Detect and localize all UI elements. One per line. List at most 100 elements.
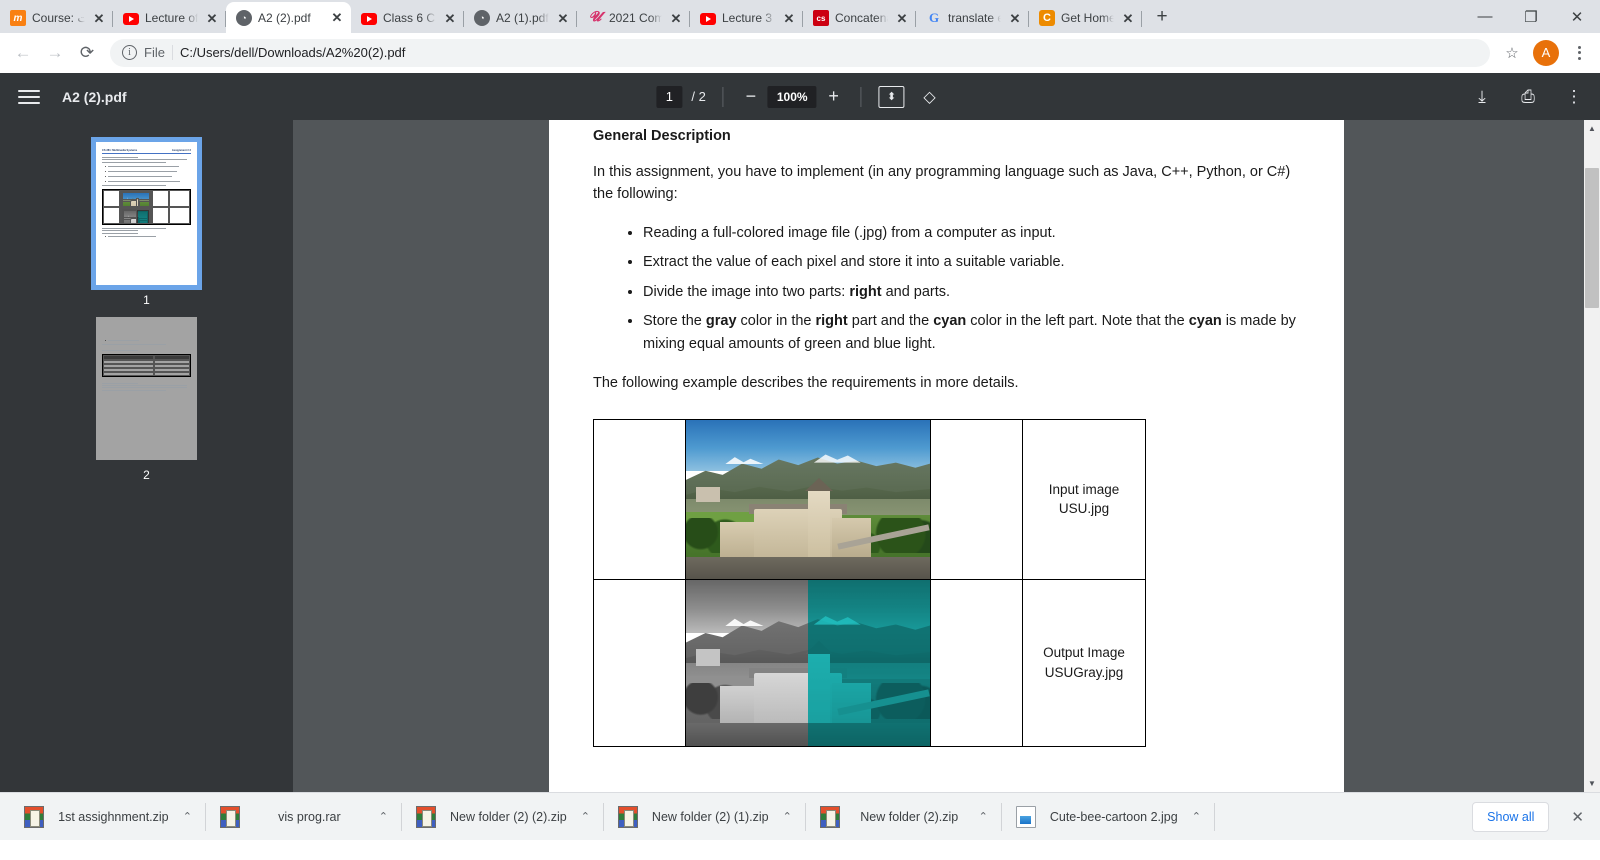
chevron-up-icon[interactable]: ⌃: [979, 810, 988, 823]
thumbnail-number: 1: [143, 293, 150, 307]
rotate-icon[interactable]: ◇: [916, 83, 944, 111]
chevron-up-icon[interactable]: ⌃: [1192, 810, 1201, 823]
tab-close-icon[interactable]: ✕: [204, 10, 220, 26]
label-line-2: USU.jpg: [1058, 501, 1110, 517]
download-filename: New folder (2) (2).zip: [450, 809, 567, 824]
zoom-in-button[interactable]: +: [820, 83, 848, 111]
scrollbar-thumb[interactable]: [1585, 168, 1599, 308]
list-item: Divide the image into two parts: right a…: [643, 281, 1300, 303]
downloads-bar-actions: Show all ✕: [1472, 801, 1590, 832]
download-icon[interactable]: ⤓: [1470, 85, 1494, 109]
zip-file-icon: [220, 805, 240, 828]
new-tab-button[interactable]: +: [1148, 3, 1176, 31]
browser-tab-7[interactable]: cs Concatenate ✕: [803, 3, 916, 33]
tab-close-icon[interactable]: ✕: [781, 10, 797, 26]
browser-tab-6[interactable]: Lecture 3 Acc ✕: [690, 3, 803, 33]
window-close-icon[interactable]: ✕: [1554, 0, 1600, 33]
vertical-scrollbar[interactable]: ▲ ▼: [1584, 120, 1600, 792]
fit-to-page-icon[interactable]: ⬍: [878, 85, 905, 108]
thumbnail-item-1[interactable]: CS 281: Multimedia Systems Assignment # 2: [91, 137, 202, 307]
pdf-viewer-body: CS 281: Multimedia Systems Assignment # 2: [0, 120, 1600, 792]
show-all-downloads-button[interactable]: Show all: [1472, 801, 1550, 832]
tab-close-icon[interactable]: ✕: [1120, 10, 1136, 26]
download-filename: New folder (2) (1).zip: [651, 809, 769, 824]
browser-tab-strip: m Course: بيانات ✕ Lecture of We ✕ ◔ A2 …: [0, 0, 1600, 33]
scroll-down-icon[interactable]: ▼: [1584, 775, 1600, 792]
print-icon[interactable]: ⎙: [1516, 85, 1540, 109]
bookmark-star-icon[interactable]: ☆: [1498, 39, 1526, 67]
page-number-input[interactable]: 1: [656, 85, 683, 108]
browser-tab-5[interactable]: 𝓤 2021 Comple ✕: [577, 3, 690, 33]
browser-tab-8[interactable]: G translate engl ✕: [916, 3, 1029, 33]
download-item[interactable]: New folder (2).zip ⌃: [806, 800, 1002, 834]
section-title: General Description: [593, 128, 731, 144]
browser-tab-3[interactable]: Class 6 CS281 ✕: [351, 3, 464, 33]
zip-file-icon: [416, 805, 436, 828]
download-item[interactable]: New folder (2) (1).zip ⌃: [604, 800, 806, 834]
tab-close-icon[interactable]: ✕: [1007, 10, 1023, 26]
zip-file-icon: [819, 805, 840, 828]
download-divider: [1213, 802, 1215, 831]
minimize-icon[interactable]: —: [1462, 0, 1508, 33]
browser-tab-9[interactable]: C Get Homewo ✕: [1029, 3, 1142, 33]
blank-cell: [593, 418, 686, 580]
example-table: Input image USU.jpg Output Image USUGray…: [593, 418, 1146, 747]
chevron-up-icon[interactable]: ⌃: [783, 810, 792, 823]
download-item[interactable]: vis prog.rar ⌃: [206, 800, 402, 834]
chevron-up-icon[interactable]: ⌃: [183, 810, 192, 823]
window-controls: — ❐ ✕: [1462, 0, 1600, 33]
tab-title: A2 (1).pdf: [496, 11, 549, 25]
pdf-more-menu-icon[interactable]: ⋮: [1562, 85, 1586, 109]
thumbnail-page-1[interactable]: CS 281: Multimedia Systems Assignment # 2: [91, 137, 202, 290]
pdf-page-scroll-area[interactable]: CS 281: Multimedia Systems Assignment # …: [293, 120, 1600, 792]
info-icon[interactable]: i: [122, 45, 137, 60]
blank-cell: [930, 418, 1023, 580]
tab-separator: [1141, 11, 1142, 27]
sidebar-toggle-icon[interactable]: [14, 82, 44, 112]
thumb-table: [102, 188, 191, 225]
youtube-icon: [123, 13, 139, 25]
forward-icon[interactable]: →: [40, 38, 70, 68]
download-item[interactable]: New folder (2) (2).zip ⌃: [402, 800, 604, 834]
pdf-filename: A2 (2).pdf: [62, 88, 127, 105]
downloads-bar: 1st assighnment.zip ⌃ vis prog.rar ⌃ New…: [0, 792, 1600, 840]
thumbnail-item-2[interactable]: 2: [96, 317, 197, 482]
label-line-2: USUGray.jpg: [1044, 664, 1124, 680]
browser-tab-0[interactable]: m Course: بيانات ✕: [0, 3, 113, 33]
tab-title: Concatenate: [835, 11, 888, 25]
toolbar-divider: [722, 86, 724, 107]
close-downloads-bar-icon[interactable]: ✕: [1565, 808, 1590, 826]
maximize-icon[interactable]: ❐: [1508, 0, 1554, 33]
chrome-menu-icon[interactable]: [1566, 39, 1592, 67]
tab-close-icon[interactable]: ✕: [329, 10, 345, 26]
zoom-level-label[interactable]: 100%: [767, 85, 817, 108]
blank-cell: [593, 578, 686, 747]
tab-close-icon[interactable]: ✕: [91, 10, 107, 26]
browser-tab-4[interactable]: ◔ A2 (1).pdf ✕: [464, 3, 577, 33]
pdf-toolbar-actions: ⤓ ⎙ ⋮: [1470, 85, 1586, 109]
tab-close-icon[interactable]: ✕: [555, 10, 571, 26]
download-filename: Cute-bee-cartoon 2.jpg: [1049, 809, 1178, 824]
browser-tab-2-active[interactable]: ◔ A2 (2).pdf ✕: [226, 2, 351, 33]
chevron-up-icon[interactable]: ⌃: [581, 810, 590, 823]
thumbnail-page-2[interactable]: [96, 317, 197, 460]
download-item[interactable]: Cute-bee-cartoon 2.jpg ⌃: [1002, 800, 1215, 834]
tab-close-icon[interactable]: ✕: [894, 10, 910, 26]
zoom-out-button[interactable]: −: [737, 83, 765, 111]
pdf-page-controls: 1 / 2 − 100% + ⬍ ◇: [656, 83, 943, 111]
reload-icon[interactable]: ⟳: [72, 38, 102, 68]
back-icon[interactable]: ←: [8, 38, 38, 68]
scroll-up-icon[interactable]: ▲: [1584, 120, 1600, 137]
avatar[interactable]: A: [1533, 39, 1559, 66]
tab-close-icon[interactable]: ✕: [442, 10, 458, 26]
output-image-label: Output Image USUGray.jpg: [1022, 578, 1146, 747]
tab-close-icon[interactable]: ✕: [668, 10, 684, 26]
output-image-cell: [685, 578, 931, 747]
download-item[interactable]: 1st assighnment.zip ⌃: [10, 800, 206, 834]
blank-cell: [930, 578, 1023, 747]
address-bar[interactable]: i File C:/Users/dell/Downloads/A2%20(2).…: [110, 38, 1490, 67]
browser-tab-1[interactable]: Lecture of We ✕: [113, 3, 226, 33]
chevron-up-icon[interactable]: ⌃: [379, 810, 388, 823]
download-filename: vis prog.rar: [278, 809, 341, 824]
tab-title: Class 6 CS281: [383, 11, 436, 25]
